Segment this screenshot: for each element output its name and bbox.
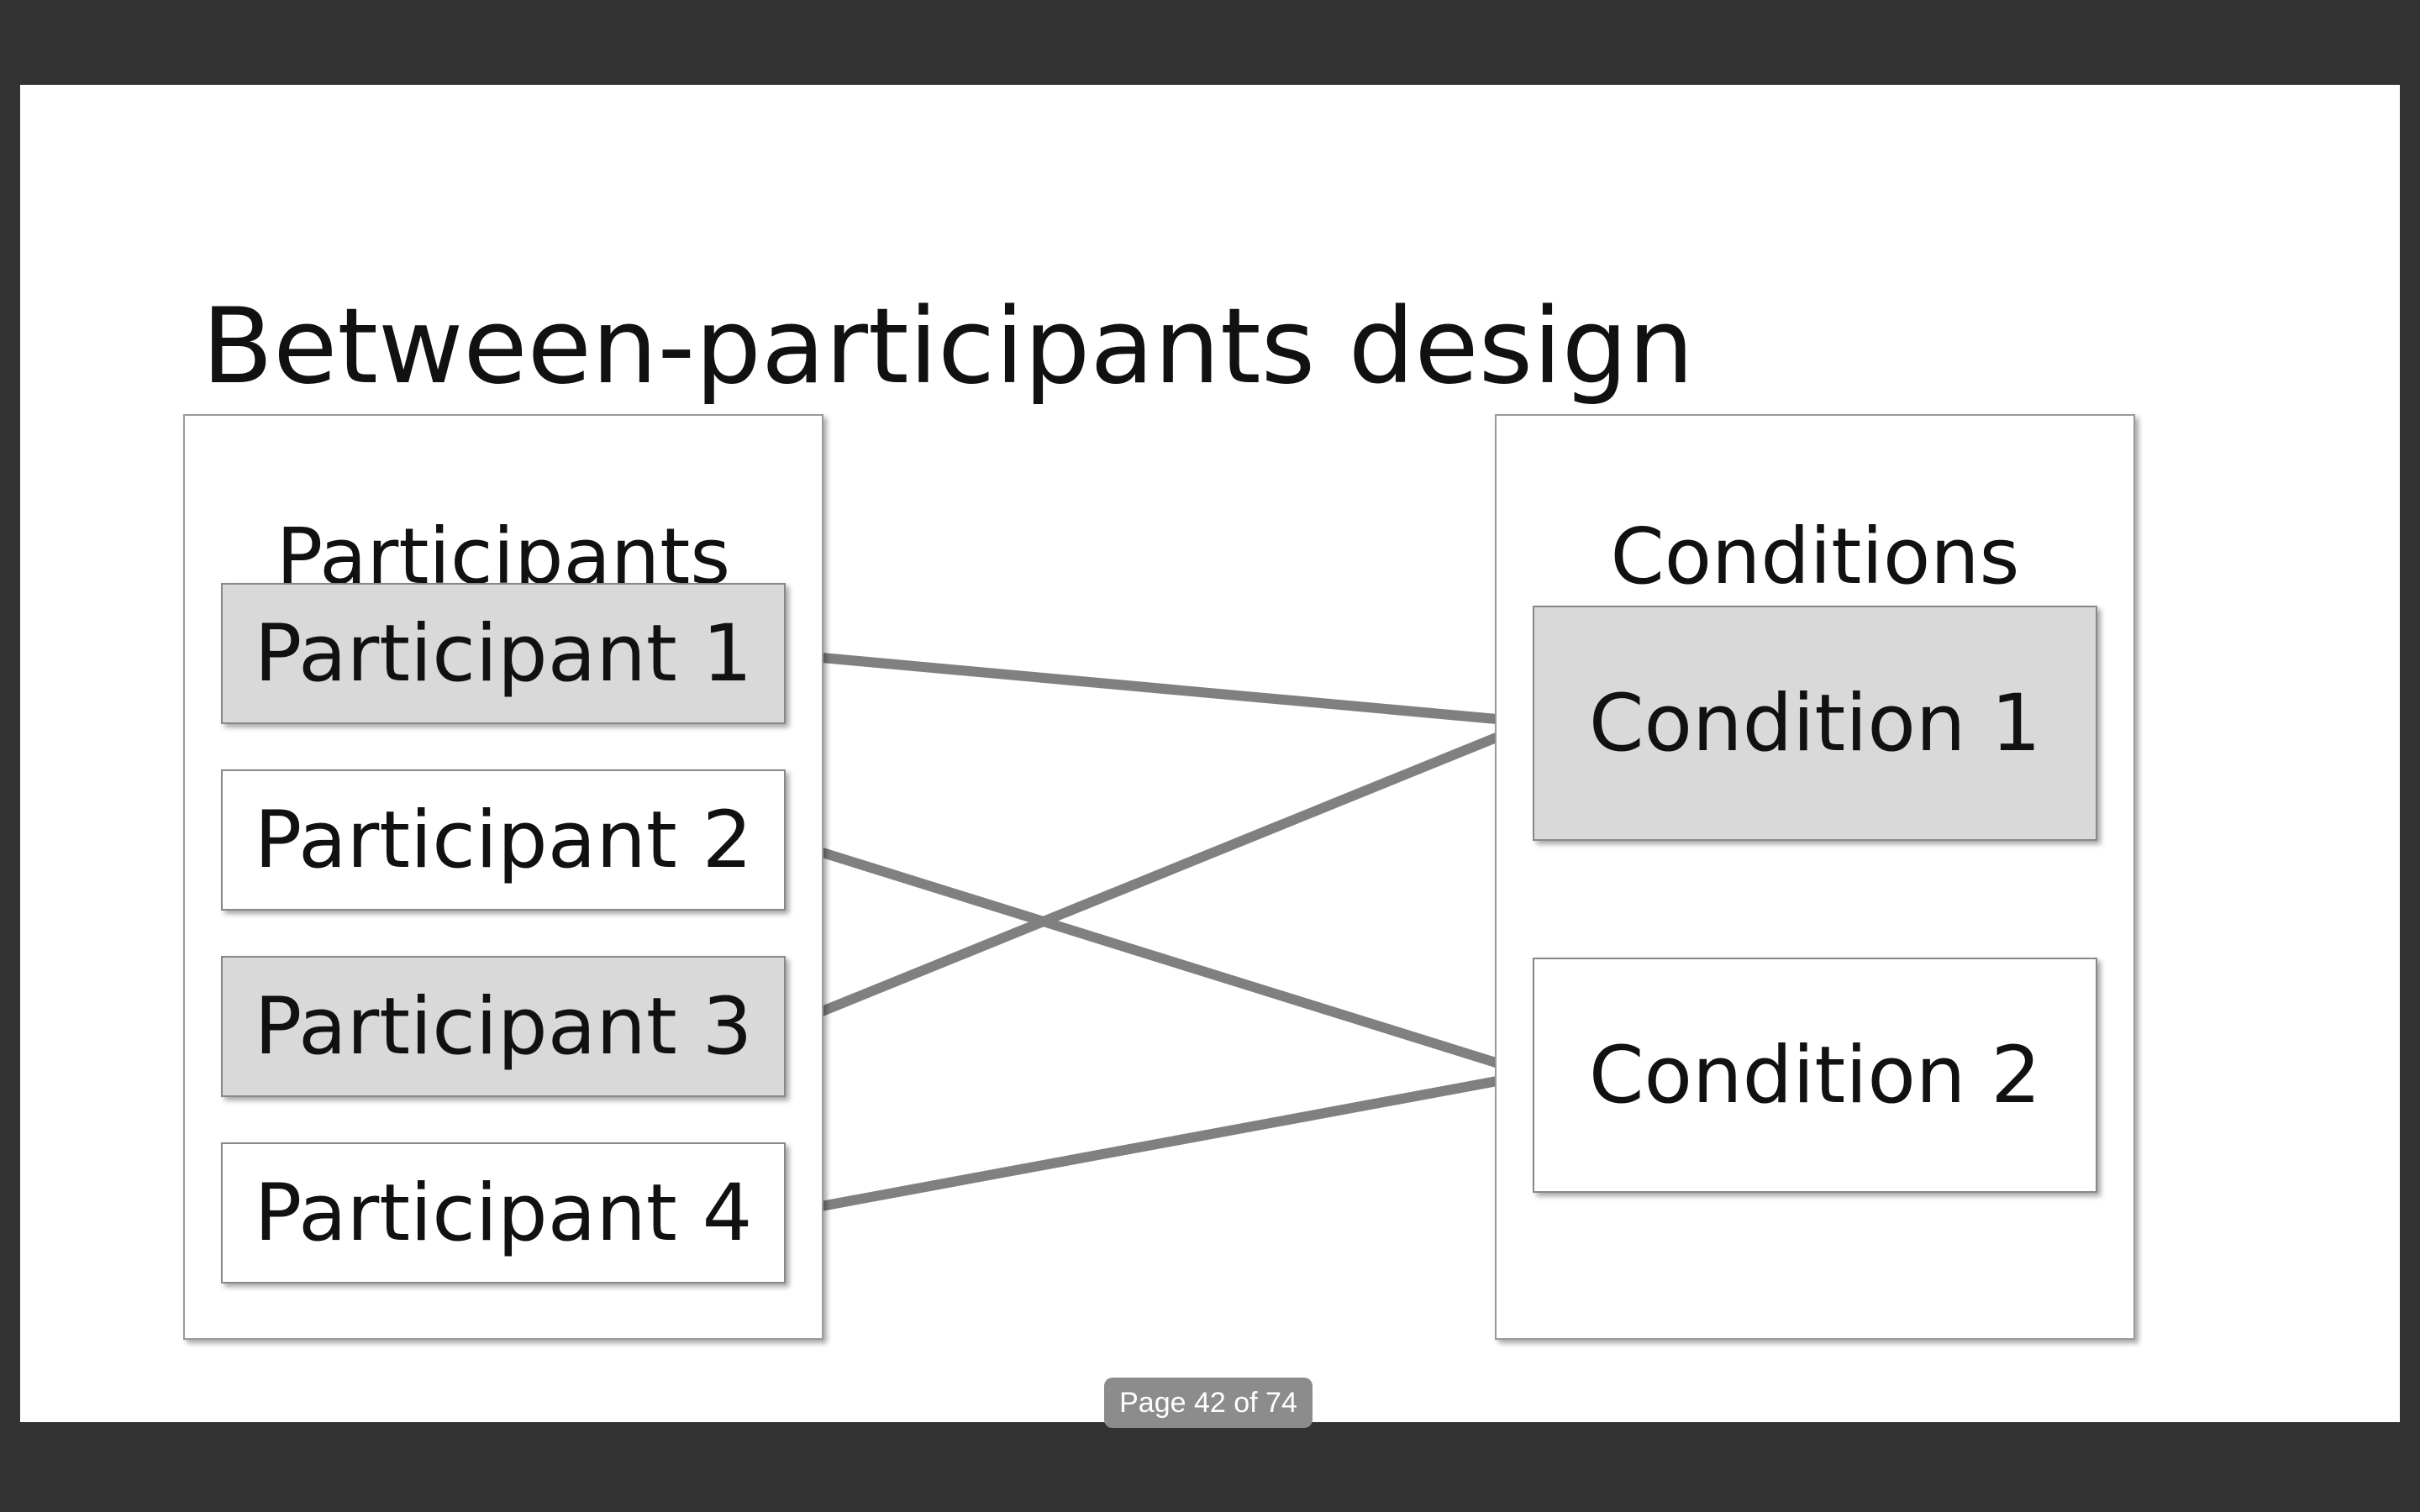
- page-indicator-badge: Page 42 of 74: [1104, 1378, 1313, 1428]
- participant-label: Participant 2: [254, 794, 753, 886]
- conditions-panel: Conditions: [1495, 414, 2135, 1340]
- participant-box-1: Participant 1: [221, 583, 786, 724]
- condition-label: Condition 1: [1588, 677, 2042, 769]
- conditions-panel-title: Conditions: [1610, 512, 2020, 601]
- condition-box-2: Condition 2: [1533, 958, 2097, 1193]
- participant-label: Participant 3: [254, 980, 753, 1073]
- connector-participant-2-to-condition-2: [783, 836, 1535, 1079]
- document-viewer: Between-participants design Participants…: [0, 0, 2420, 1512]
- slide-page: Between-participants design Participants…: [20, 85, 2400, 1422]
- connector-participant-1-to-condition-1: [784, 649, 1534, 727]
- condition-label: Condition 2: [1588, 1029, 2042, 1121]
- condition-box-1: Condition 1: [1533, 606, 2097, 841]
- participant-label: Participant 1: [254, 607, 753, 700]
- participant-box-3: Participant 3: [221, 956, 786, 1097]
- participant-label: Participant 4: [254, 1167, 753, 1259]
- connector-participant-4-to-condition-2: [783, 1069, 1535, 1218]
- participant-box-2: Participant 2: [221, 769, 786, 911]
- participant-box-4: Participant 4: [221, 1142, 786, 1284]
- slide-title: Between-participants design: [202, 286, 1694, 407]
- connector-participant-3-to-condition-1: [782, 717, 1536, 1032]
